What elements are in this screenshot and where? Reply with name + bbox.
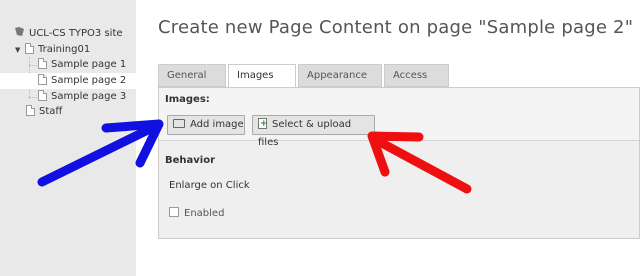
enabled-checkbox-row[interactable]: Enabled xyxy=(169,207,224,219)
tree-item-label: Training01 xyxy=(38,44,91,55)
enlarge-on-click-label: Enlarge on Click xyxy=(169,180,250,191)
tab-general[interactable]: General xyxy=(158,64,226,87)
tab-panel-images: Images: Add image Select & upload files … xyxy=(158,87,640,239)
page-icon xyxy=(26,105,35,116)
folder-icon xyxy=(173,119,185,128)
main-content: Create new Page Content on page "Sample … xyxy=(136,0,640,276)
add-image-button[interactable]: Add image xyxy=(167,115,245,135)
enabled-checkbox[interactable] xyxy=(169,207,179,217)
select-upload-files-button[interactable]: Select & upload files xyxy=(252,115,375,148)
select-upload-label: Select & upload files xyxy=(258,119,352,148)
tab-access[interactable]: Access xyxy=(384,64,449,87)
tree-item-staff[interactable]: Staff xyxy=(26,104,62,120)
tree-connector xyxy=(29,65,37,66)
images-heading: Images: xyxy=(165,94,210,105)
tree-item-sample-page-2[interactable]: Sample page 2 xyxy=(0,73,136,89)
expand-toggle-icon[interactable]: ▼ xyxy=(15,42,25,58)
page-icon xyxy=(38,58,47,69)
tree-item-training01[interactable]: ▼ Training01 xyxy=(15,42,90,58)
tree-item-label: Staff xyxy=(39,106,63,117)
page-icon xyxy=(38,90,47,101)
typo3-site-icon xyxy=(15,27,24,36)
tree-item-label: Sample page 1 xyxy=(51,59,127,70)
tree-item-sample-page-3[interactable]: Sample page 3 xyxy=(38,89,126,105)
page-tree-sidebar: UCL-CS TYPO3 site ▼ Training01 Sample pag… xyxy=(0,0,136,276)
tree-item-label: Sample page 2 xyxy=(51,75,127,86)
tab-images[interactable]: Images xyxy=(228,64,296,88)
tree-item-site[interactable]: UCL-CS TYPO3 site xyxy=(14,26,123,42)
file-upload-icon xyxy=(258,118,268,129)
behavior-heading: Behavior xyxy=(165,155,216,166)
images-section: Images: Add image Select & upload files xyxy=(159,88,639,148)
add-image-label: Add image xyxy=(190,119,244,130)
page-title: Create new Page Content on page "Sample … xyxy=(158,17,634,38)
page-icon xyxy=(38,74,47,85)
tree-connector xyxy=(29,97,37,98)
tab-appearance[interactable]: Appearance xyxy=(298,64,382,87)
enabled-label: Enabled xyxy=(184,208,225,219)
tree-item-label: UCL-CS TYPO3 site xyxy=(29,28,123,39)
page-icon xyxy=(25,43,34,54)
tree-item-sample-page-1[interactable]: Sample page 1 xyxy=(38,57,126,73)
tree-item-label: Sample page 3 xyxy=(51,91,127,102)
